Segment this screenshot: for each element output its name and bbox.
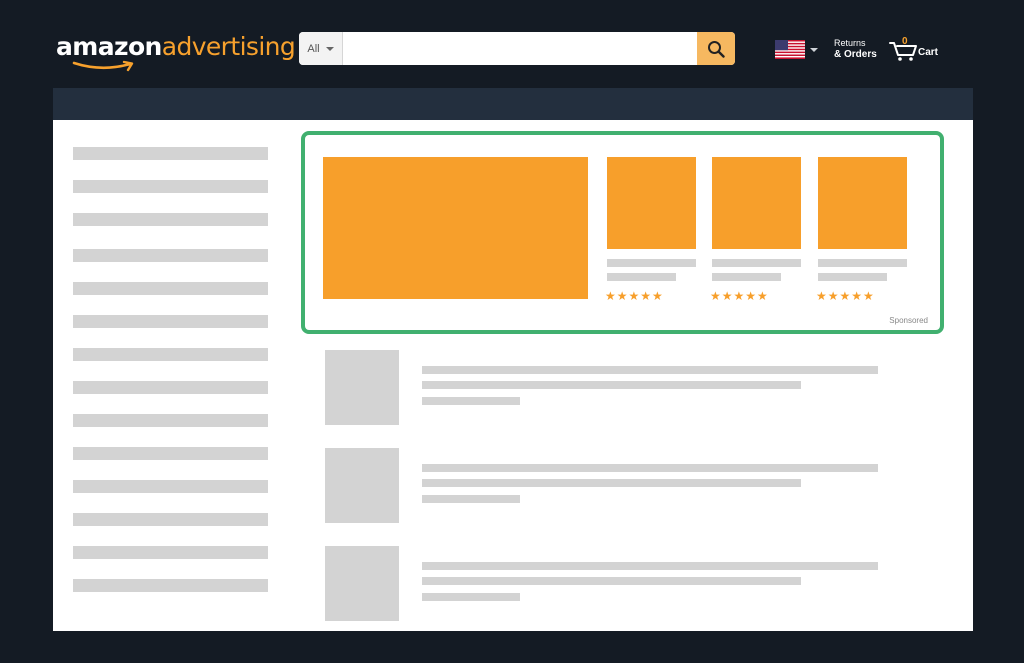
sidebar-placeholder-row	[73, 546, 268, 559]
sidebar-placeholder-row	[73, 480, 268, 493]
sidebar-placeholder-row	[73, 315, 268, 328]
sidebar-placeholder-row	[73, 282, 268, 295]
brand-hero-image[interactable]	[323, 157, 588, 299]
product-title-placeholder	[818, 259, 907, 267]
orders-label: & Orders	[834, 49, 877, 60]
sponsored-product-image[interactable]	[712, 157, 801, 249]
smile-arrow-icon	[72, 60, 134, 72]
result-subtitle-placeholder	[422, 479, 801, 487]
sidebar-placeholder-row	[73, 249, 268, 262]
cart-button[interactable]: 0 Cart	[889, 36, 941, 66]
search-category-dropdown[interactable]: All	[299, 32, 343, 65]
sidebar-placeholder-row	[73, 447, 268, 460]
search-input[interactable]	[343, 32, 697, 65]
returns-orders-link[interactable]: Returns & Orders	[834, 38, 877, 60]
result-price-placeholder	[422, 397, 520, 405]
locale-selector[interactable]	[775, 40, 818, 59]
search-bar: All	[299, 32, 735, 65]
sidebar-placeholder-row	[73, 147, 268, 160]
star-rating-icon: ★★★★★	[710, 289, 769, 303]
search-category-label: All	[307, 42, 320, 55]
result-price-placeholder	[422, 495, 520, 503]
product-price-placeholder	[712, 273, 781, 281]
result-subtitle-placeholder	[422, 577, 801, 585]
logo-advertising-text: advertising	[161, 32, 296, 61]
returns-label: Returns	[834, 38, 866, 48]
cart-count: 0	[902, 36, 908, 47]
sidebar-placeholder-row	[73, 513, 268, 526]
sidebar-placeholder-row	[73, 414, 268, 427]
sponsored-brands-ad[interactable]: ★★★★★ ★★★★★ ★★★★★ Sponsored	[301, 131, 944, 334]
sponsored-label: Sponsored	[889, 316, 928, 325]
amazon-advertising-logo[interactable]: amazonadvertising	[56, 30, 296, 74]
star-rating-icon: ★★★★★	[816, 289, 875, 303]
chevron-down-icon	[325, 46, 334, 51]
results-page: ★★★★★ ★★★★★ ★★★★★ Sponsored	[53, 120, 973, 631]
result-image-placeholder[interactable]	[325, 448, 399, 523]
product-price-placeholder	[818, 273, 887, 281]
result-image-placeholder[interactable]	[325, 546, 399, 621]
sidebar-placeholder-row	[73, 180, 268, 193]
result-title-placeholder	[422, 562, 878, 570]
result-image-placeholder[interactable]	[325, 350, 399, 425]
sidebar-placeholder-row	[73, 579, 268, 592]
sponsored-product-image[interactable]	[607, 157, 696, 249]
product-price-placeholder	[607, 273, 676, 281]
cart-label: Cart	[918, 47, 939, 58]
search-button[interactable]	[697, 32, 735, 65]
sponsored-product-image[interactable]	[818, 157, 907, 249]
us-flag-icon	[775, 40, 805, 59]
search-icon	[708, 40, 725, 58]
chevron-down-icon	[810, 47, 818, 52]
sidebar-placeholder-row	[73, 348, 268, 361]
result-price-placeholder	[422, 593, 520, 601]
star-rating-icon: ★★★★★	[605, 289, 664, 303]
product-title-placeholder	[607, 259, 696, 267]
navigation-bar	[53, 88, 973, 120]
result-title-placeholder	[422, 464, 878, 472]
sidebar-placeholder-row	[73, 381, 268, 394]
sidebar-placeholder-row	[73, 213, 268, 226]
logo-amazon-text: amazon	[56, 32, 162, 61]
result-title-placeholder	[422, 366, 878, 374]
product-title-placeholder	[712, 259, 801, 267]
result-subtitle-placeholder	[422, 381, 801, 389]
